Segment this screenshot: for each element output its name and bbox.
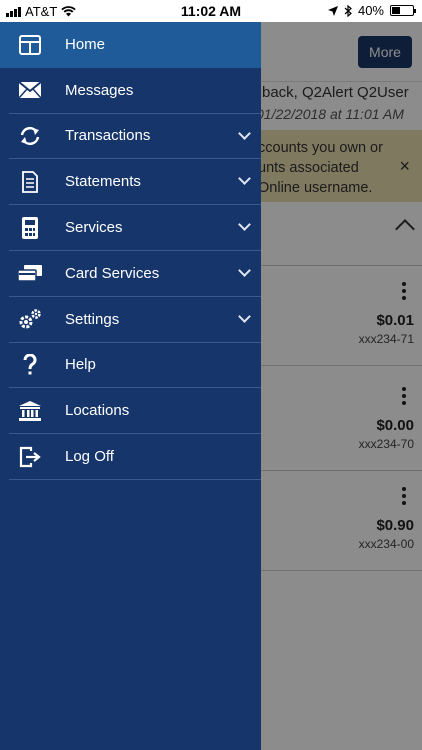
battery-percent: 40% [357, 3, 384, 18]
nav-item-home[interactable]: Home [0, 22, 261, 68]
chevron-down-icon[interactable] [238, 309, 251, 323]
chevron-down-icon[interactable] [238, 126, 251, 140]
nav-item-log-off[interactable]: Log Off [9, 434, 261, 480]
calculator-icon [18, 216, 42, 240]
chevron-down-icon[interactable] [238, 218, 251, 232]
nav-item-transactions[interactable]: Transactions [9, 114, 261, 160]
credit-card-icon [18, 261, 42, 285]
nav-label: Card Services [65, 264, 160, 282]
nav-label: Settings [65, 310, 120, 328]
status-right: 40% [327, 3, 416, 18]
nav-label: Transactions [65, 127, 151, 145]
navigation-drawer: Home Messages Transactions Statements Se… [0, 22, 261, 750]
nav-item-statements[interactable]: Statements [9, 159, 261, 206]
nav-label: Statements [65, 173, 141, 191]
envelope-icon [18, 78, 42, 102]
nav-item-settings[interactable]: Settings [9, 297, 261, 343]
nav-item-messages[interactable]: Messages [9, 68, 261, 114]
nav-label: Messages [65, 81, 134, 99]
location-arrow-icon [327, 5, 338, 16]
bank-icon [18, 399, 42, 423]
nav-label: Locations [65, 402, 130, 420]
bluetooth-icon [344, 4, 352, 17]
transfer-icon [18, 124, 42, 148]
nav-item-help[interactable]: Help [9, 343, 261, 389]
nav-label: Services [65, 219, 123, 237]
nav-label: Help [65, 356, 96, 374]
question-icon [18, 353, 42, 377]
chevron-down-icon[interactable] [238, 264, 251, 277]
nav-item-locations[interactable]: Locations [9, 388, 261, 435]
logout-icon [18, 445, 42, 469]
nav-label: Home [65, 36, 106, 54]
status-bar: AT&T 11:02 AM 40% [0, 0, 422, 22]
home-icon [18, 33, 42, 57]
chevron-down-icon[interactable] [238, 172, 251, 186]
gears-icon [18, 307, 42, 331]
nav-item-card-services[interactable]: Card Services [9, 251, 261, 297]
battery-icon [390, 5, 416, 16]
document-icon [18, 170, 42, 194]
nav-item-services[interactable]: Services [9, 205, 261, 251]
nav-label: Log Off [65, 448, 114, 466]
